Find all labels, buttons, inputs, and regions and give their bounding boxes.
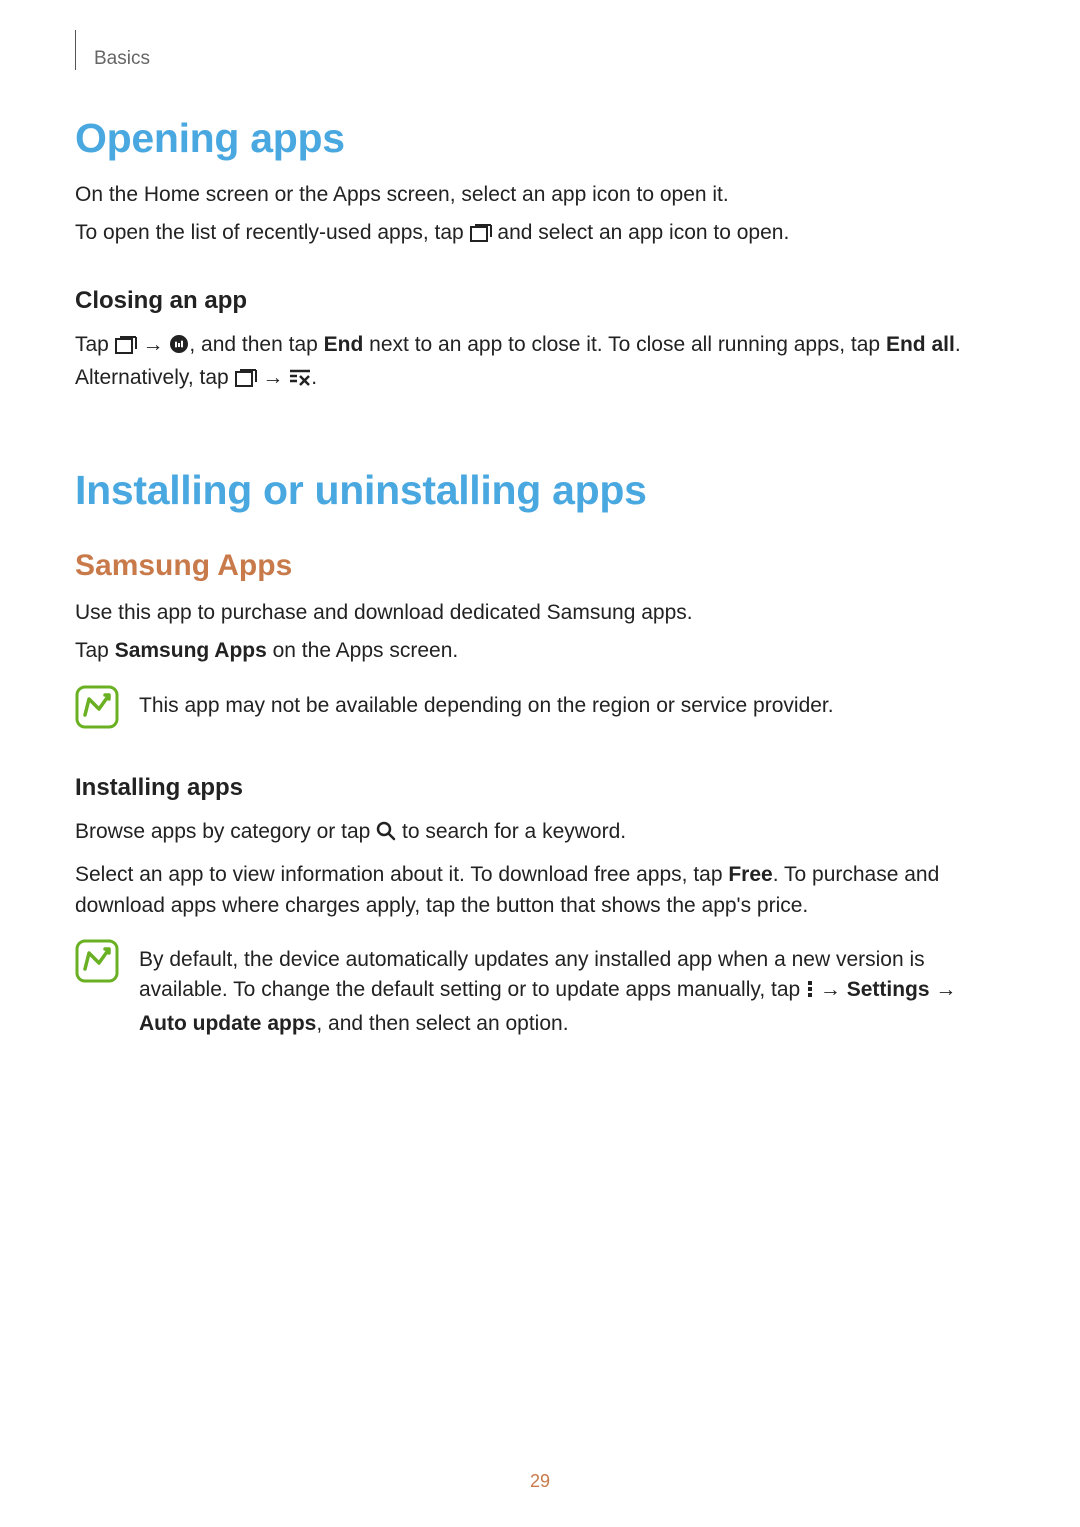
text: on the Apps screen. (267, 639, 458, 662)
paragraph: On the Home screen or the Apps screen, s… (75, 180, 1005, 210)
text: → (137, 333, 170, 356)
paragraph: Browse apps by category or tap to search… (75, 817, 1005, 850)
text: → (257, 366, 290, 389)
search-icon (376, 820, 396, 850)
recents-icon (115, 333, 137, 363)
section-title: Basics (94, 48, 150, 70)
note-text: By default, the device automatically upd… (139, 939, 1005, 1039)
text: , and then tap (189, 333, 323, 356)
heading-samsung-apps: Samsung Apps (75, 549, 1005, 583)
note: This app may not be available depending … (75, 685, 1005, 729)
recents-icon (470, 221, 492, 251)
paragraph: To open the list of recently-used apps, … (75, 218, 1005, 251)
task-manager-icon (169, 333, 189, 363)
close-all-icon (289, 366, 311, 396)
text-bold: End (324, 333, 364, 356)
text-bold: Auto update apps (139, 1012, 316, 1035)
recents-icon (235, 366, 257, 396)
text-bold: End all (886, 333, 955, 356)
paragraph: Use this app to purchase and download de… (75, 598, 1005, 628)
text: Browse apps by category or tap (75, 820, 376, 843)
text: → (930, 978, 957, 1001)
heading-opening-apps: Opening apps (75, 115, 1005, 162)
text: Tap (75, 333, 115, 356)
heading-installing-apps: Installing apps (75, 774, 1005, 802)
text-bold: Free (728, 863, 772, 886)
page-number: 29 (0, 1471, 1080, 1492)
note-icon (75, 685, 119, 729)
more-options-icon (806, 978, 814, 1008)
text: , and then select an option. (316, 1012, 568, 1035)
heading-closing-app: Closing an app (75, 287, 1005, 315)
paragraph: Tap Samsung Apps on the Apps screen. (75, 636, 1005, 666)
text: . (311, 366, 317, 389)
text: → (814, 978, 847, 1001)
text-bold: Settings (847, 978, 930, 1001)
text: Select an app to view information about … (75, 863, 728, 886)
header: Basics (75, 30, 1005, 70)
paragraph: Select an app to view information about … (75, 860, 1005, 921)
note: By default, the device automatically upd… (75, 939, 1005, 1039)
text-bold: Samsung Apps (115, 639, 267, 662)
note-icon (75, 939, 119, 983)
note-text: This app may not be available depending … (139, 685, 834, 721)
text: next to an app to close it. To close all… (363, 333, 886, 356)
text: and select an app icon to open. (492, 221, 790, 244)
text: to search for a keyword. (396, 820, 626, 843)
heading-install-uninstall: Installing or uninstalling apps (75, 467, 1005, 514)
text: To open the list of recently-used apps, … (75, 221, 470, 244)
paragraph: Tap → , and then tap End next to an app … (75, 330, 1005, 397)
text: Tap (75, 639, 115, 662)
